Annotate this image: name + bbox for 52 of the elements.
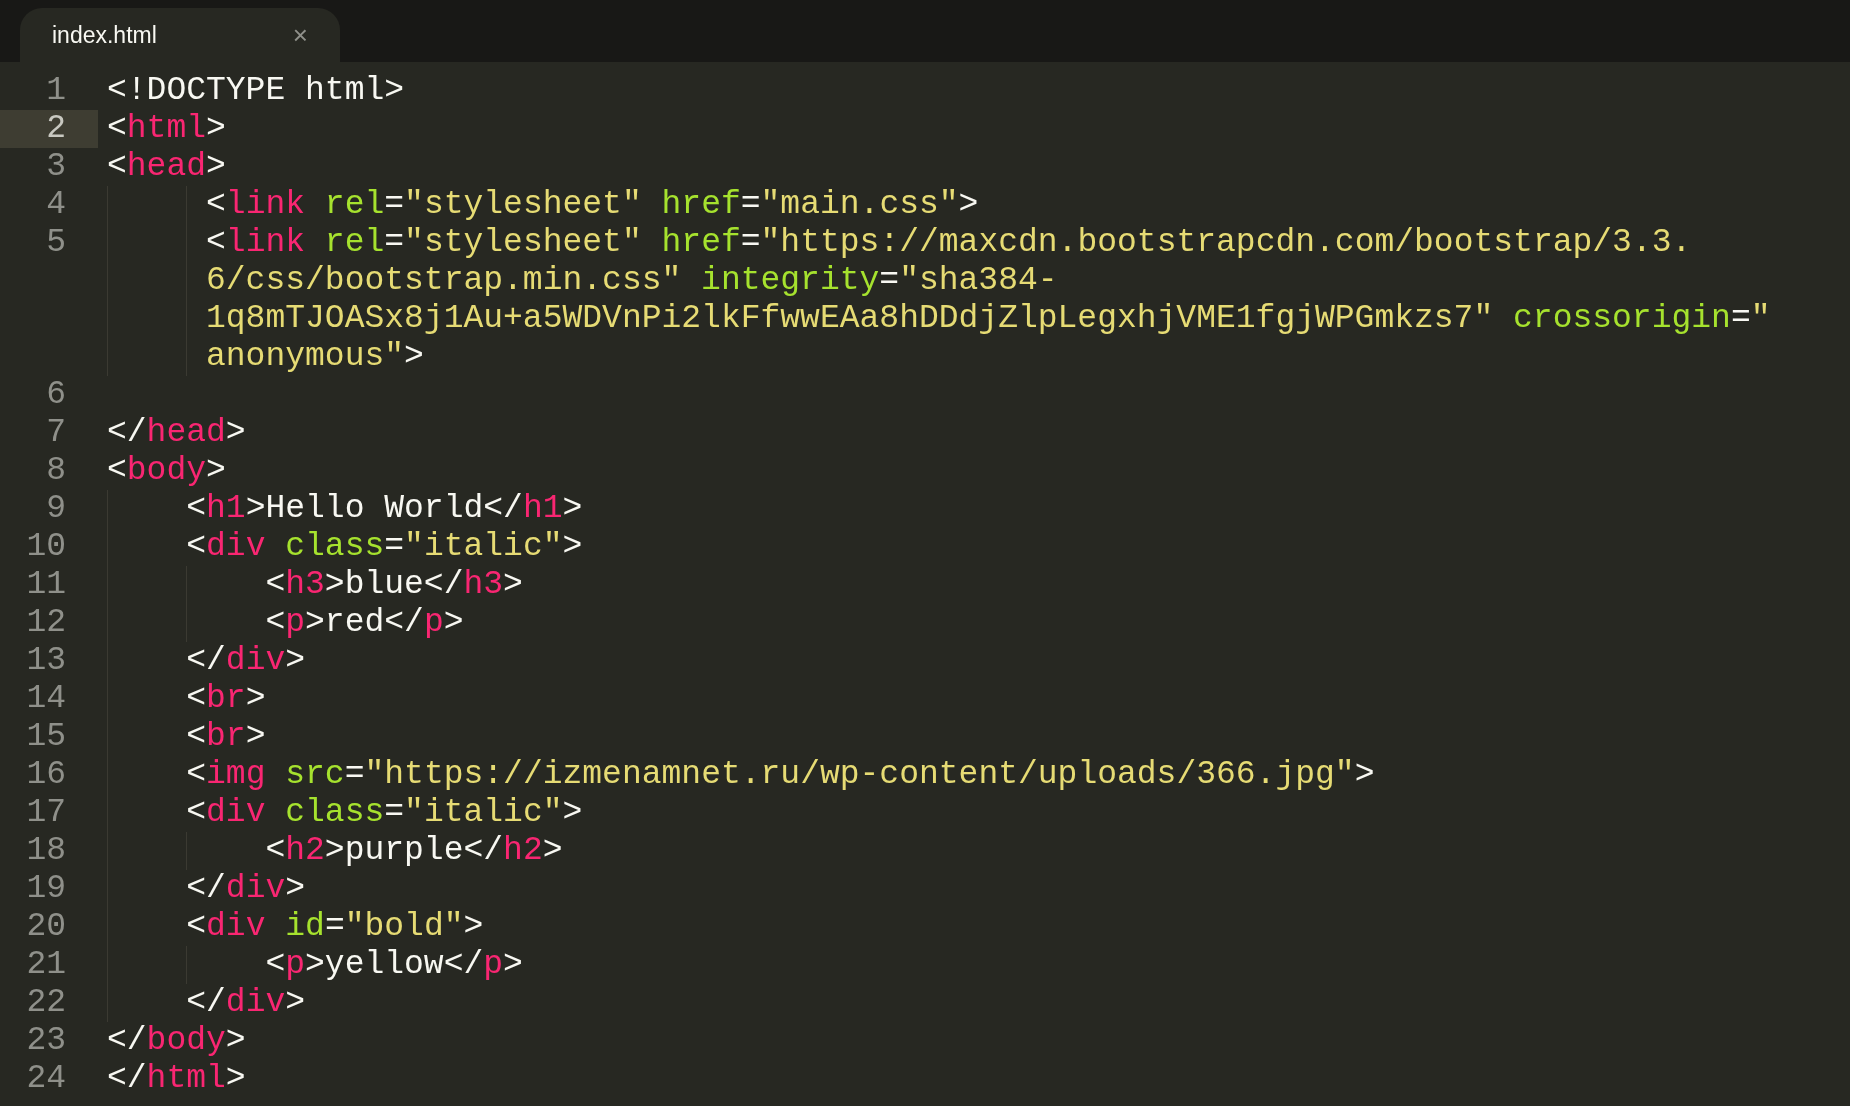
code-line: <div class="italic"> — [185, 528, 583, 566]
code-line: </head> — [107, 414, 246, 452]
file-tab[interactable]: index.html × — [20, 8, 340, 62]
code-line: <body> — [107, 452, 226, 490]
line-number: 19 — [25, 870, 67, 908]
code-line: <link rel="stylesheet" href="main.css"> — [205, 186, 979, 224]
line-number: 14 — [25, 680, 67, 718]
code-line: <img src="https://izmenamnet.ru/wp-content/uploads/366.jpg"> — [185, 756, 1375, 794]
line-number: 16 — [25, 756, 67, 794]
line-number: 23 — [25, 1022, 67, 1060]
code-line: 6/css/bootstrap.min.css" integrity="sha384- — [205, 262, 1059, 300]
code-line: <div class="italic"> — [185, 794, 583, 832]
code-line: <h1>Hello World</h1> — [185, 490, 583, 528]
code-line: </div> — [185, 642, 306, 680]
code-line: <div id="bold"> — [185, 908, 484, 946]
code-line: anonymous"> — [205, 338, 425, 376]
code-line: <!DOCTYPE html> — [107, 72, 405, 110]
code-line: <br> — [185, 680, 266, 718]
code-line: <h2>purple</h2> — [264, 832, 563, 870]
code-line: </div> — [185, 870, 306, 908]
line-number: 10 — [25, 528, 67, 566]
close-button[interactable]: × — [292, 15, 308, 55]
line-number: 13 — [25, 642, 67, 680]
code-line: 1q8mTJOASx8j1Au+a5WDVnPi2lkFfwwEAa8hDDdjZlpLegxhjVME1fgjWPGmkzs7" crossorigin=" — [205, 300, 1771, 338]
line-number: 24 — [25, 1060, 67, 1098]
code-line: </div> — [185, 984, 306, 1022]
line-number: 11 — [25, 566, 67, 604]
line-number: 21 — [25, 946, 67, 984]
line-number: 22 — [25, 984, 67, 1022]
line-number: 4 — [45, 186, 67, 224]
code-line: </body> — [107, 1022, 246, 1060]
line-number: 5 — [45, 224, 67, 262]
code-line: <html> — [107, 110, 226, 148]
line-number: 3 — [45, 148, 67, 186]
line-number: 12 — [25, 604, 67, 642]
line-number: 18 — [25, 832, 67, 870]
code-line: <h3>blue</h3> — [264, 566, 523, 604]
line-number: 9 — [45, 490, 67, 528]
line-number: 6 — [45, 376, 67, 414]
code-line: </html> — [107, 1060, 246, 1098]
code-line: <p>red</p> — [264, 604, 464, 642]
line-number: 8 — [45, 452, 67, 490]
code-line: <br> — [185, 718, 266, 756]
line-number: 15 — [25, 718, 67, 756]
line-number: 1 — [45, 72, 67, 110]
code-line: <head> — [107, 148, 226, 186]
code-line: <p>yellow</p> — [264, 946, 523, 984]
line-number: 7 — [45, 414, 67, 452]
line-number: 17 — [25, 794, 67, 832]
line-number: 20 — [25, 908, 67, 946]
code-line: <link rel="stylesheet" href="https://maxcdn.bootstrapcdn.com/bootstrap/3.3. — [205, 224, 1693, 262]
line-number: 2 — [0, 110, 98, 148]
